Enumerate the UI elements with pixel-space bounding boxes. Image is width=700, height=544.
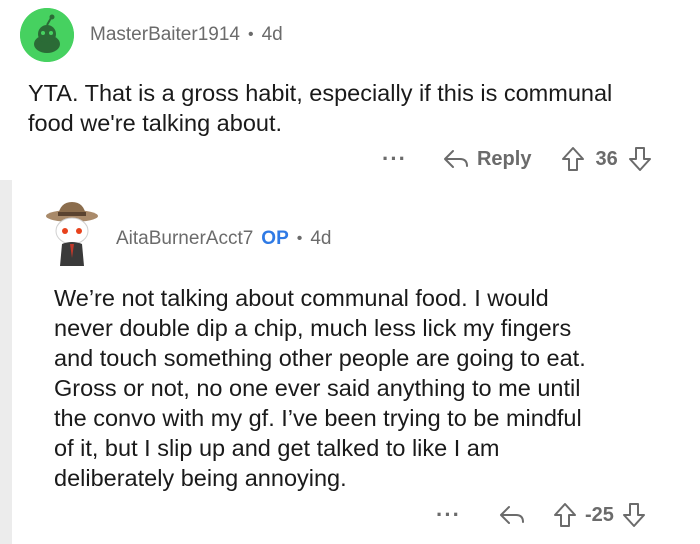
op-badge: OP xyxy=(261,228,289,249)
comment-line: We’re not talking about communal food. I… xyxy=(54,285,549,311)
avatar[interactable] xyxy=(20,8,74,62)
vote-controls: 36 xyxy=(561,146,651,172)
downvote-icon[interactable] xyxy=(622,502,646,528)
vote-score: -25 xyxy=(584,503,614,526)
username[interactable]: AitaBurnerAcct7 xyxy=(116,228,253,250)
more-options-button[interactable]: ··· xyxy=(436,502,461,528)
comment-age: 4d xyxy=(261,24,283,45)
snoo-avatar-icon xyxy=(20,8,74,62)
thread-line xyxy=(0,180,12,544)
vote-score: 36 xyxy=(595,147,618,170)
username[interactable]: MasterBaiter1914 xyxy=(90,24,240,46)
comment-line: Gross or not, no one ever said anything … xyxy=(54,375,581,401)
comment-2-body: We’re not talking about communal food. I… xyxy=(54,283,694,493)
vote-controls: -25 xyxy=(553,502,646,528)
downvote-icon[interactable] xyxy=(628,146,652,172)
avatar[interactable] xyxy=(44,198,100,268)
comment-line: the convo with my gf. I’ve been trying t… xyxy=(54,405,582,431)
separator-dot: • xyxy=(296,230,303,247)
comment-line: YTA. That is a gross habit, especially i… xyxy=(28,80,613,106)
separator-dot: • xyxy=(247,26,254,43)
comment-1-meta: MasterBaiter1914 • 4d xyxy=(90,24,283,46)
comment-line: deliberately being annoying. xyxy=(54,465,347,491)
reply-label: Reply xyxy=(476,147,532,170)
reply-arrow-icon xyxy=(499,506,524,524)
more-options-button[interactable]: ··· xyxy=(382,146,407,172)
upvote-icon[interactable] xyxy=(553,502,577,528)
comment-line: food we're talking about. xyxy=(28,110,283,136)
comment-line: of it, but I slip up and get talked to l… xyxy=(54,435,500,461)
comment-1-actions: ··· Reply 36 xyxy=(382,146,652,172)
comment-2-meta: AitaBurnerAcct7 OP • 4d xyxy=(116,228,332,250)
comment-2-actions: ··· -25 xyxy=(436,502,646,528)
reply-button[interactable]: Reply xyxy=(443,148,531,171)
snoo-avatar-icon xyxy=(46,202,98,266)
comment-line: never double dip a chip, much less lick … xyxy=(54,315,572,341)
comment-line: and touch something other people are goi… xyxy=(54,345,586,371)
reply-arrow-icon xyxy=(443,150,468,168)
reply-button[interactable] xyxy=(499,504,525,526)
upvote-icon[interactable] xyxy=(561,146,585,172)
comment-1-body: YTA. That is a gross habit, especially i… xyxy=(28,78,688,138)
comment-age: 4d xyxy=(310,228,332,249)
